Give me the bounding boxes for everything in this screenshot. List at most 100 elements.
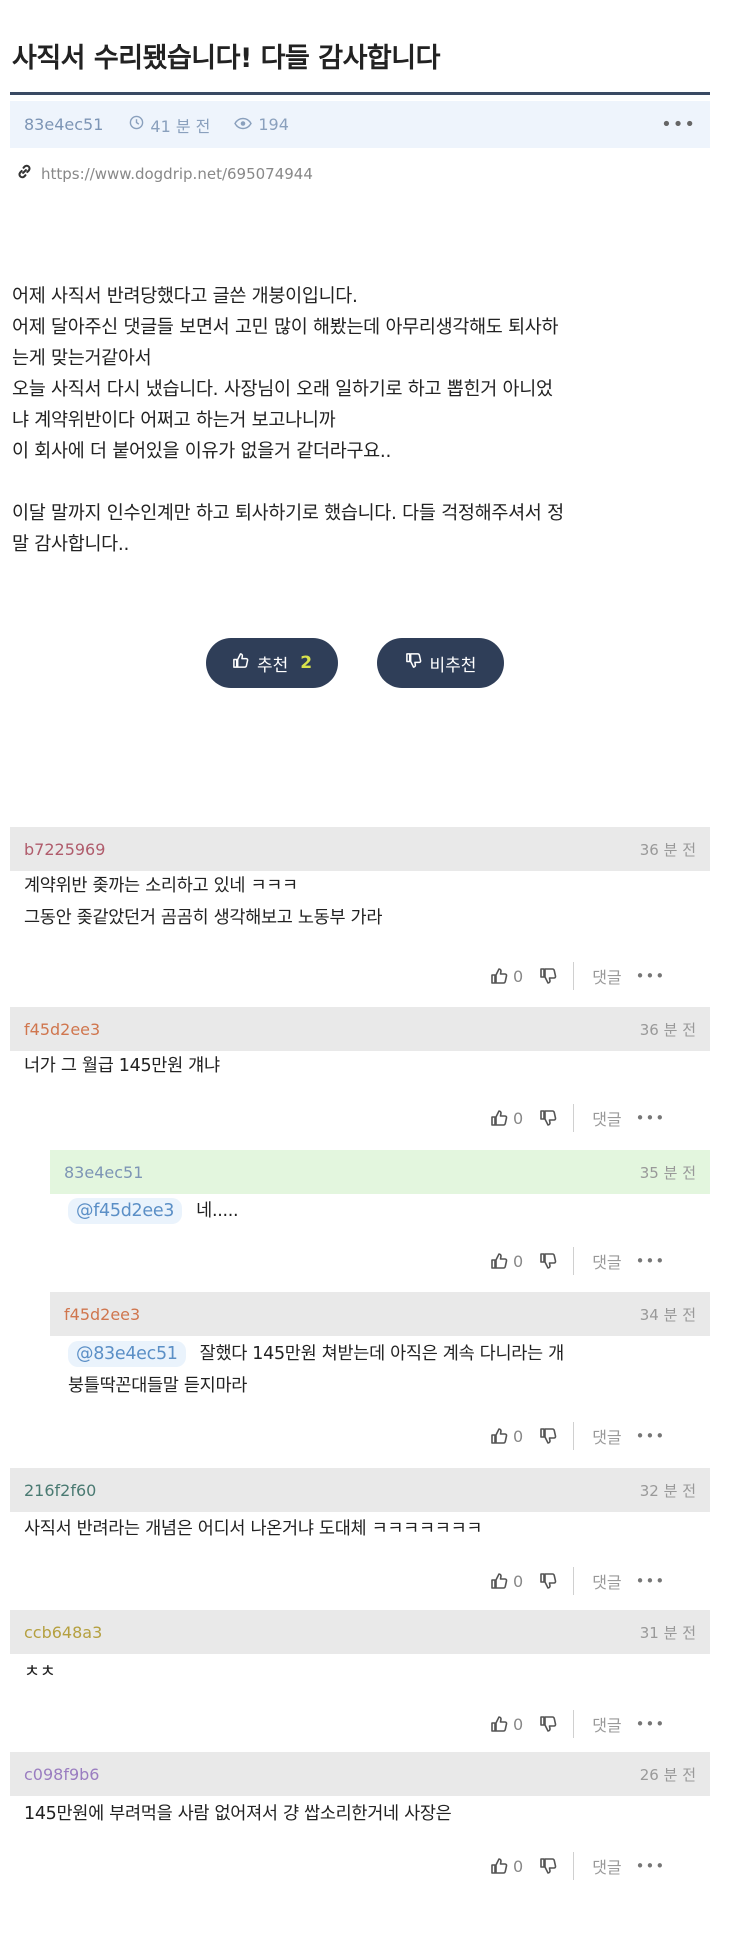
thumbs-up-icon[interactable]	[490, 1572, 508, 1590]
downvote-button[interactable]: 비추천	[377, 638, 504, 688]
upvote-count: 2	[300, 653, 313, 673]
thumbs-up-icon	[232, 652, 249, 674]
post-url[interactable]: https://www.dogdrip.net/695074944	[16, 163, 313, 184]
comment-author[interactable]: f45d2ee3	[24, 1020, 100, 1039]
thumbs-down-icon[interactable]	[539, 967, 557, 985]
comment-author[interactable]: c098f9b6	[24, 1765, 99, 1784]
thumbs-up-icon[interactable]	[490, 1427, 508, 1445]
comment-text-line: 그동안 좆같았던거 곰곰히 생각해보고 노동부 가라	[24, 902, 382, 934]
comment-text-line: 붕틀딱꼰대들말 듣지마라	[68, 1370, 247, 1402]
post-views-count: 194	[258, 115, 289, 134]
post-title: 사직서 수리됐습니다! 다들 감사합니다	[12, 43, 440, 74]
post-body-line: 어제 사직서 반려당했다고 글쓴 개붕이입니다.	[12, 286, 358, 307]
comment-text: 사직서 반려라는 개념은 어디서 나온거냐 도대체 ㅋㅋㅋㅋㅋㅋㅋ	[24, 1519, 483, 1539]
comment-like-count: 0	[513, 1714, 524, 1734]
reply-button[interactable]: 댓글	[592, 1854, 621, 1878]
comment-actions: 0 댓글 •••	[490, 1708, 710, 1740]
clock-icon	[129, 115, 144, 134]
comment-like-count: 0	[513, 1108, 524, 1128]
title-divider	[10, 92, 710, 95]
comment-text-line: 계약위반 좆까는 소리하고 있네 ㅋㅋㅋ	[24, 870, 298, 902]
post-body-line: 냐 계약위반이다 어쩌고 하는거 보고나니까	[12, 410, 336, 431]
reply-button[interactable]: 댓글	[592, 964, 621, 988]
post-views: 194	[234, 115, 289, 134]
thumbs-up-icon[interactable]	[490, 1109, 508, 1127]
comment-time: 31 분 전	[639, 1623, 696, 1642]
comment-text-line: 사직서 반려라는 개념은 어디서 나온거냐 도대체 ㅋㅋㅋㅋㅋㅋㅋ	[24, 1513, 482, 1545]
thumbs-up-icon[interactable]	[490, 1715, 508, 1733]
eye-icon	[234, 115, 253, 134]
mention-tag[interactable]: @83e4ec51	[68, 1341, 186, 1367]
post-body-line: 오늘 사직서 다시 냈습니다. 사장님이 오래 일하기로 하고 뽑힌거 아니었	[12, 379, 553, 400]
thumbs-up-icon[interactable]	[490, 1857, 508, 1875]
comment-more-button[interactable]: •••	[636, 1252, 666, 1270]
mention-tag[interactable]: @f45d2ee3	[68, 1198, 183, 1224]
thumbs-up-icon[interactable]	[490, 967, 508, 985]
comment-author[interactable]: b7225969	[24, 840, 105, 859]
thumbs-up-icon[interactable]	[490, 1252, 508, 1270]
post-body-line: 이달 말까지 인수인계만 하고 퇴사하기로 했습니다. 다들 걱정해주셔서 정	[12, 503, 564, 524]
thumbs-down-icon[interactable]	[539, 1427, 557, 1445]
thumbs-down-icon[interactable]	[539, 1857, 557, 1875]
comment-actions: 0 댓글 •••	[490, 1565, 710, 1597]
comment-text: 그동안 좆같았던거 곰곰히 생각해보고 노동부 가라	[24, 908, 383, 928]
comment-more-button[interactable]: •••	[636, 1109, 666, 1127]
thumbs-down-icon[interactable]	[539, 1252, 557, 1270]
link-icon	[16, 163, 33, 184]
comment-more-button[interactable]: •••	[636, 967, 666, 985]
comment-text-line: @f45d2ee3 네.....	[68, 1195, 239, 1227]
thumbs-down-icon[interactable]	[539, 1715, 557, 1733]
post-time: 41 분 전	[129, 113, 210, 137]
comment-time: 36 분 전	[639, 1020, 696, 1039]
reply-button[interactable]: 댓글	[592, 1249, 621, 1273]
comment-author[interactable]: f45d2ee3	[64, 1305, 140, 1324]
action-divider	[573, 1852, 575, 1880]
post-time-text: 41 분 전	[150, 116, 211, 136]
comment-header: 83e4ec51 35 분 전	[50, 1150, 710, 1194]
comment-actions: 0 댓글 •••	[490, 960, 710, 992]
comment-author[interactable]: 216f2f60	[24, 1481, 96, 1500]
comment-header: c098f9b6 26 분 전	[10, 1752, 710, 1796]
action-divider	[573, 1710, 575, 1738]
comment-text: 너가 그 월급 145만원 걔냐	[24, 1056, 220, 1076]
comment-like-count: 0	[513, 1856, 524, 1876]
comment-more-button[interactable]: •••	[636, 1857, 666, 1875]
thumbs-down-icon	[405, 652, 422, 674]
reply-button[interactable]: 댓글	[592, 1424, 621, 1448]
comment-text: 계약위반 좆까는 소리하고 있네 ㅋㅋㅋ	[24, 876, 298, 896]
reply-button[interactable]: 댓글	[592, 1569, 621, 1593]
comment-more-button[interactable]: •••	[636, 1427, 666, 1445]
comment-header: ccb648a3 31 분 전	[10, 1610, 710, 1654]
upvote-label: 추천	[256, 655, 289, 676]
comment-more-button[interactable]: •••	[636, 1715, 666, 1733]
comment-actions: 0 댓글 •••	[490, 1850, 710, 1882]
post-url-text[interactable]: https://www.dogdrip.net/695074944	[41, 165, 313, 183]
comment-time: 32 분 전	[639, 1481, 696, 1500]
comment-more-button[interactable]: •••	[636, 1572, 666, 1590]
comment-like-count: 0	[513, 1571, 524, 1591]
comment-text: 네.....	[196, 1201, 239, 1221]
action-divider	[573, 1567, 575, 1595]
comment-author[interactable]: ccb648a3	[24, 1623, 102, 1642]
comment-author[interactable]: 83e4ec51	[64, 1163, 143, 1182]
thumbs-down-icon[interactable]	[539, 1109, 557, 1127]
post-body-line: 는게 맞는거같아서	[12, 348, 152, 369]
comment-time: 26 분 전	[639, 1765, 696, 1784]
post-author[interactable]: 83e4ec51	[24, 115, 103, 134]
reply-button[interactable]: 댓글	[592, 1106, 621, 1130]
post-more-button[interactable]: •••	[661, 114, 696, 135]
comment-actions: 0 댓글 •••	[490, 1102, 710, 1134]
comment-text: 145만원에 부려먹을 사람 없어져서 걍 쌉소리한거네 사장은	[24, 1804, 452, 1824]
comment-header: b7225969 36 분 전	[10, 827, 710, 871]
comment-text-line: @83e4ec51 잘했다 145만원 쳐받는데 아직은 계속 다니라는 개	[68, 1338, 564, 1370]
reply-button[interactable]: 댓글	[592, 1712, 621, 1736]
thumbs-down-icon[interactable]	[539, 1572, 557, 1590]
action-divider	[573, 1104, 575, 1132]
comment-like-count: 0	[513, 966, 524, 986]
post-page: 사직서 수리됐습니다! 다들 감사합니다 83e4ec51 41 분 전 194…	[0, 0, 737, 1935]
comment-text: 잘했다 145만원 쳐받는데 아직은 계속 다니라는 개	[199, 1344, 565, 1364]
comment-header: f45d2ee3 36 분 전	[10, 1007, 710, 1051]
upvote-button[interactable]: 추천 2	[206, 638, 338, 688]
comment-text: ㅊㅊ	[24, 1662, 56, 1682]
